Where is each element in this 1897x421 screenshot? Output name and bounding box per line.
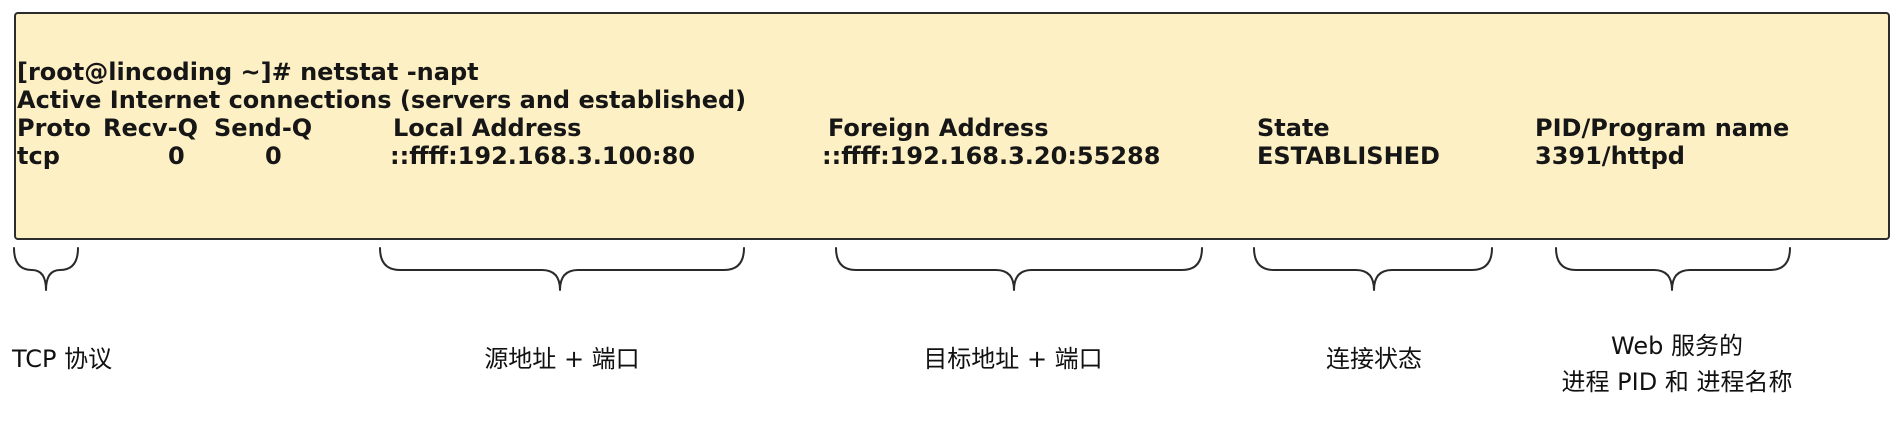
label-pid-line2: 进程 PID 和 进程名称 <box>1561 368 1793 396</box>
row-proto: tcp <box>17 142 60 170</box>
row-pid-program: 3391/httpd <box>1535 142 1685 170</box>
brace-local-address <box>379 247 745 291</box>
row-send-q: 0 <box>265 142 282 170</box>
row-state: ESTABLISHED <box>1257 142 1440 170</box>
brace-foreign-address <box>835 247 1203 291</box>
info-line: Active Internet connections (servers and… <box>17 86 747 114</box>
label-destination-address-port: 目标地址 + 端口 <box>923 345 1103 373</box>
row-local-address: ::ffff:192.168.3.100:80 <box>390 142 696 170</box>
header-pid-program: PID/Program name <box>1535 114 1790 142</box>
brace-pid <box>1555 247 1791 291</box>
header-foreign-address: Foreign Address <box>828 114 1049 142</box>
brace-proto <box>13 247 79 291</box>
header-proto: Proto <box>17 114 91 142</box>
label-source-address-port: 源地址 + 端口 <box>484 345 640 373</box>
header-state: State <box>1257 114 1330 142</box>
row-recv-q: 0 <box>168 142 185 170</box>
prompt-line: [root@lincoding ~]# netstat -napt <box>17 58 479 86</box>
brace-state <box>1253 247 1493 291</box>
header-local-address: Local Address <box>393 114 582 142</box>
label-tcp-protocol: TCP 协议 <box>12 345 113 373</box>
header-recv-q: Recv-Q <box>103 114 198 142</box>
label-pid-line1: Web 服务的 <box>1611 332 1743 360</box>
header-send-q: Send-Q <box>214 114 313 142</box>
label-connection-state: 连接状态 <box>1326 345 1422 373</box>
row-foreign-address: ::ffff:192.168.3.20:55288 <box>822 142 1161 170</box>
